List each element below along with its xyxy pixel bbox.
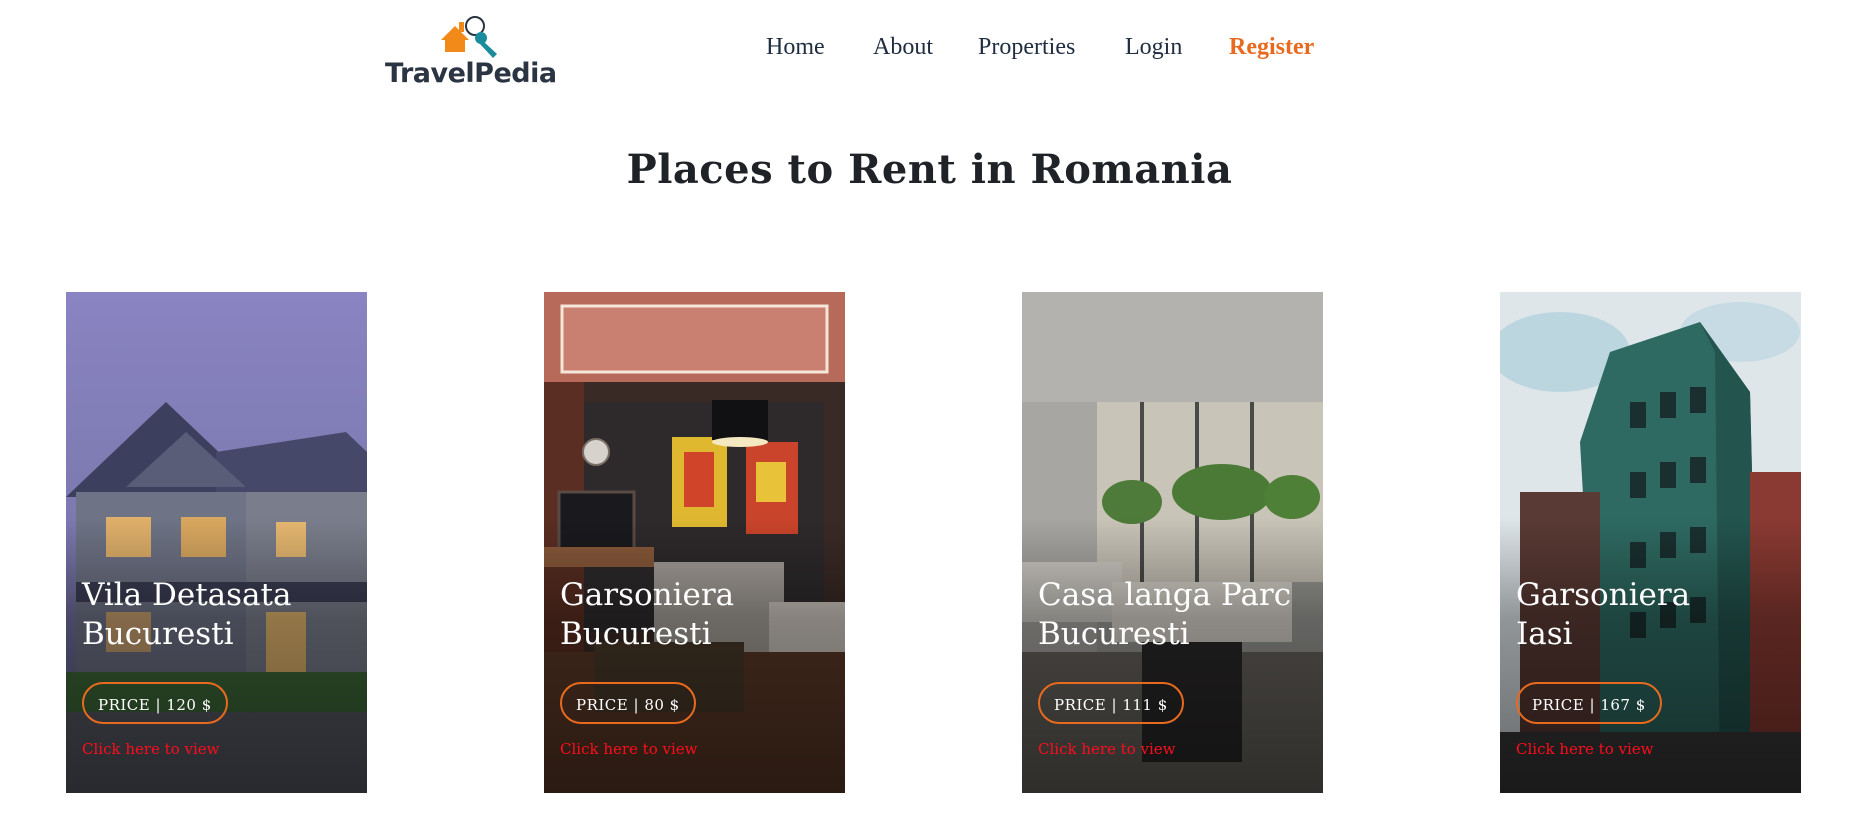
nav-properties[interactable]: Properties: [978, 34, 1075, 61]
view-property-link[interactable]: Click here to view: [1038, 740, 1176, 758]
page-title: Places to Rent in Romania: [626, 146, 1233, 193]
nav-home[interactable]: Home: [766, 34, 825, 61]
view-property-link[interactable]: Click here to view: [1516, 740, 1654, 758]
property-title: Garsoniera Iasi: [1516, 577, 1691, 652]
property-card[interactable]: Vila Detasata Bucuresti PRICE | 120 $ Cl…: [66, 292, 367, 793]
house-key-icon: [441, 16, 497, 58]
nav-about[interactable]: About: [873, 34, 933, 61]
property-title: Garsoniera Bucuresti: [560, 577, 735, 652]
brand-name: TravelPedia: [385, 58, 557, 89]
brand-logo[interactable]: TravelPedia: [385, 14, 557, 89]
price-badge: PRICE | 80 $: [560, 682, 696, 724]
nav-login[interactable]: Login: [1125, 34, 1182, 61]
price-badge: PRICE | 120 $: [82, 682, 228, 724]
property-title: Vila Detasata Bucuresti: [82, 577, 292, 652]
property-card[interactable]: Garsoniera Iasi PRICE | 167 $ Click here…: [1500, 292, 1801, 793]
nav-register[interactable]: Register: [1229, 34, 1314, 61]
property-title: Casa langa Parc Bucuresti: [1038, 577, 1292, 652]
price-badge: PRICE | 111 $: [1038, 682, 1184, 724]
price-badge: PRICE | 167 $: [1516, 682, 1662, 724]
property-card[interactable]: Garsoniera Bucuresti PRICE | 80 $ Click …: [544, 292, 845, 793]
property-card[interactable]: Casa langa Parc Bucuresti PRICE | 111 $ …: [1022, 292, 1323, 793]
view-property-link[interactable]: Click here to view: [82, 740, 220, 758]
view-property-link[interactable]: Click here to view: [560, 740, 698, 758]
